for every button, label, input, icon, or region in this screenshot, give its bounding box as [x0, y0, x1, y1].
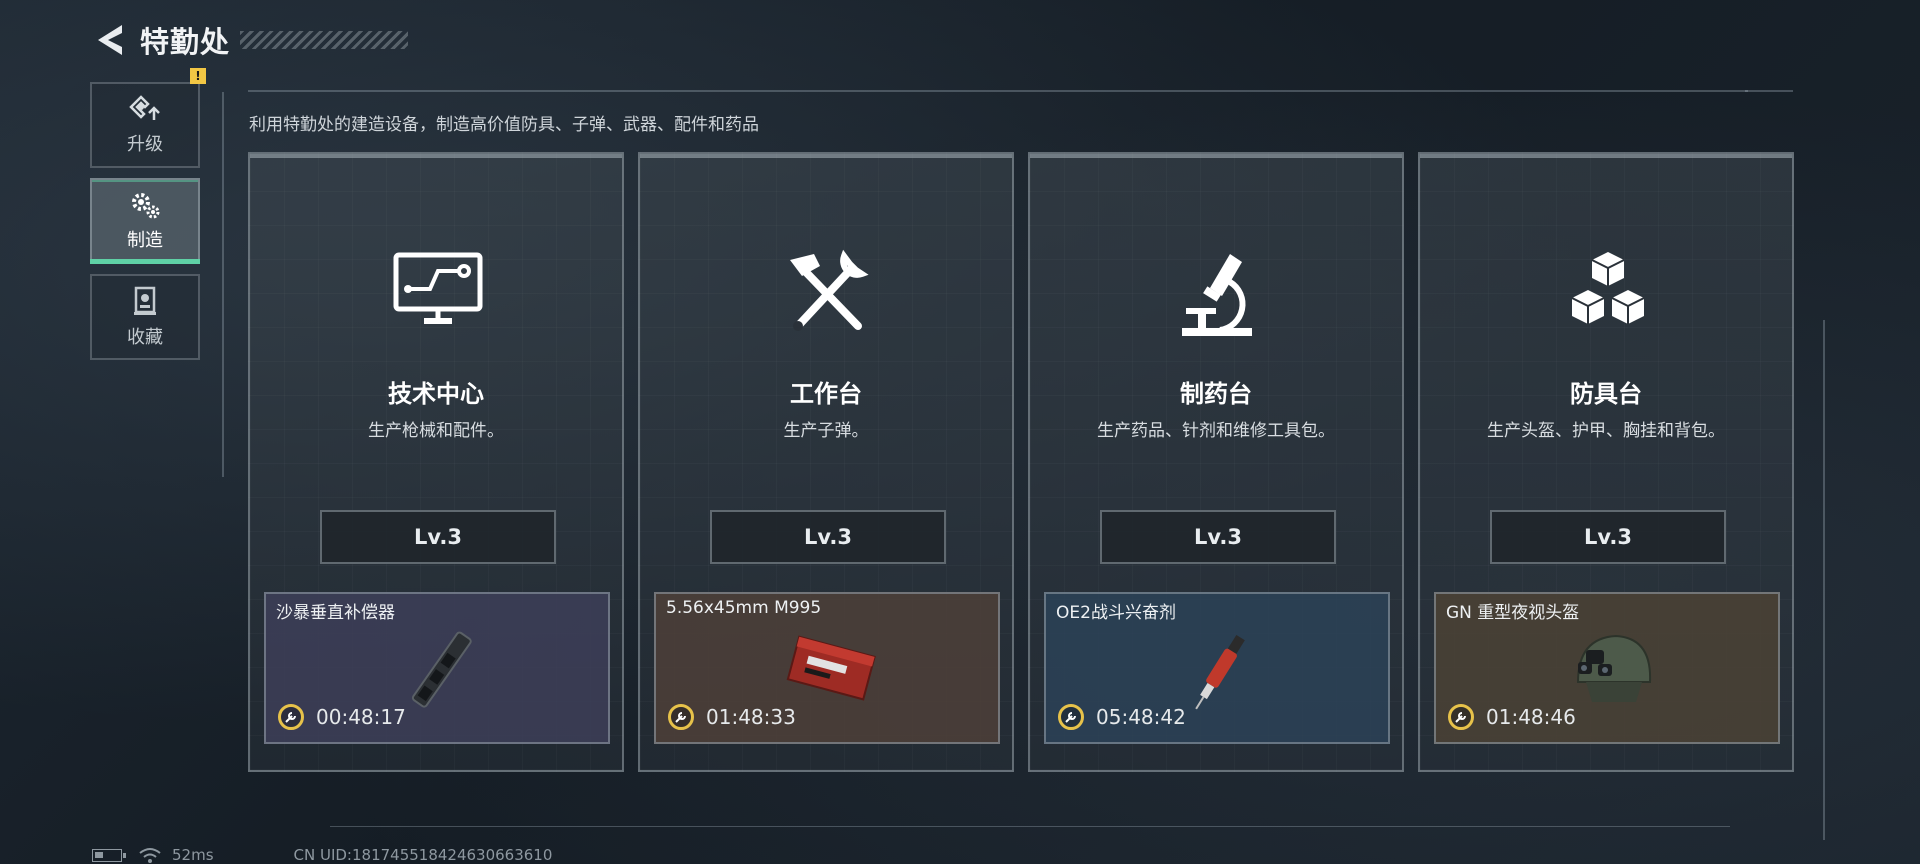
timer-value: 01:48:33: [706, 705, 796, 729]
timer-value: 05:48:42: [1096, 705, 1186, 729]
top-divider-right: [1745, 90, 1793, 92]
station-name: 工作台: [790, 380, 862, 408]
crafting-item-name: OE2战斗兴奋剂: [1056, 603, 1176, 623]
station-card-workbench[interactable]: 工作台 生产子弹。 Lv.3 5.56x45mm M995 01:48:33: [638, 152, 1014, 772]
crafting-slot[interactable]: 沙暴垂直补偿器 00:48:17: [264, 592, 610, 744]
right-rail: [1823, 320, 1825, 840]
upgrade-icon: [129, 95, 160, 120]
crafting-timer: 05:48:42: [1058, 704, 1186, 730]
gears-icon: [132, 193, 160, 219]
wrench-timer-icon: [1058, 704, 1084, 730]
station-card-armor[interactable]: 防具台 生产头盔、护甲、胸挂和背包。 Lv.3 GN 重型夜视头盔 01:48:…: [1418, 152, 1794, 772]
sidebar-item-collection[interactable]: 收藏: [90, 274, 200, 360]
crafting-slot[interactable]: 5.56x45mm M995 01:48:33: [654, 592, 1000, 744]
station-name: 技术中心: [388, 380, 484, 408]
sidebar-item-label: 制造: [127, 230, 163, 251]
station-card-pharmacy[interactable]: 制药台 生产药品、针剂和维修工具包。 Lv.3 OE2战斗兴奋剂 05:48:4…: [1028, 152, 1404, 772]
crafting-timer: 00:48:17: [278, 704, 406, 730]
sidebar-item-label: 收藏: [127, 327, 163, 348]
sidebar-item-label: 升级: [127, 134, 163, 155]
crafting-slot[interactable]: GN 重型夜视头盔 01:48:46: [1434, 592, 1780, 744]
page-header: 特勤处: [92, 18, 409, 62]
station-name: 防具台: [1570, 380, 1642, 408]
crafting-item-name: 5.56x45mm M995: [666, 598, 822, 618]
crafting-item-name: 沙暴垂直补偿器: [276, 603, 395, 623]
sidebar: ! 升级 制造 收藏: [90, 68, 206, 370]
station-level-badge: Lv.3: [1490, 510, 1726, 564]
station-subtitle: 生产子弹。: [783, 421, 869, 441]
battery-icon: [92, 848, 126, 862]
status-bar: 52ms CN UID:181745518424630663610: [92, 846, 552, 864]
top-divider: [248, 90, 1748, 92]
collection-icon: [134, 286, 156, 315]
station-level-badge: Lv.3: [320, 510, 556, 564]
title-decoration: [240, 31, 409, 49]
microscope-icon: [1168, 244, 1268, 344]
crafting-timer: 01:48:33: [668, 704, 796, 730]
station-level-badge: Lv.3: [1100, 510, 1336, 564]
crafting-timer: 01:48:46: [1448, 704, 1576, 730]
monitor-circuit-icon: [388, 244, 488, 344]
notification-badge: !: [190, 68, 206, 84]
back-arrow-icon: [98, 25, 122, 55]
user-uid: CN UID:181745518424630663610: [293, 846, 553, 864]
sidebar-item-craft[interactable]: 制造: [90, 178, 200, 264]
station-subtitle: 生产药品、针剂和维修工具包。: [1097, 421, 1335, 441]
station-subtitle: 生产头盔、护甲、胸挂和背包。: [1487, 421, 1725, 441]
station-name: 制药台: [1180, 380, 1252, 408]
station-level-badge: Lv.3: [710, 510, 946, 564]
wifi-icon: [139, 848, 161, 863]
wrench-timer-icon: [278, 704, 304, 730]
station-subtitle: 生产枪械和配件。: [368, 421, 504, 441]
station-card-tech-center[interactable]: 技术中心 生产枪械和配件。 Lv.3 沙暴垂直补偿器 00:48:17: [248, 152, 624, 772]
timer-value: 00:48:17: [316, 705, 406, 729]
injector-item-image: [1195, 634, 1245, 710]
left-rail: [222, 92, 224, 477]
compensator-item-image: [411, 631, 472, 708]
crafting-slot[interactable]: OE2战斗兴奋剂 05:48:42: [1044, 592, 1390, 744]
wrench-timer-icon: [668, 704, 694, 730]
wrench-timer-icon: [1448, 704, 1474, 730]
back-button[interactable]: [92, 20, 128, 60]
cubes-icon: [1558, 244, 1658, 344]
timer-value: 01:48:46: [1486, 705, 1576, 729]
page-description: 利用特勤处的建造设备，制造高价值防具、子弹、武器、配件和药品: [249, 115, 759, 135]
sidebar-item-upgrade[interactable]: ! 升级: [90, 68, 206, 168]
hammer-wrench-icon: [778, 244, 878, 344]
ping-value: 52ms: [172, 846, 214, 864]
crafting-item-name: GN 重型夜视头盔: [1446, 603, 1580, 623]
helmet-item-image: [1576, 634, 1652, 702]
ammo-box-item-image: [786, 635, 876, 701]
bottom-rail: [330, 826, 1730, 827]
page-title: 特勤处: [140, 25, 231, 59]
